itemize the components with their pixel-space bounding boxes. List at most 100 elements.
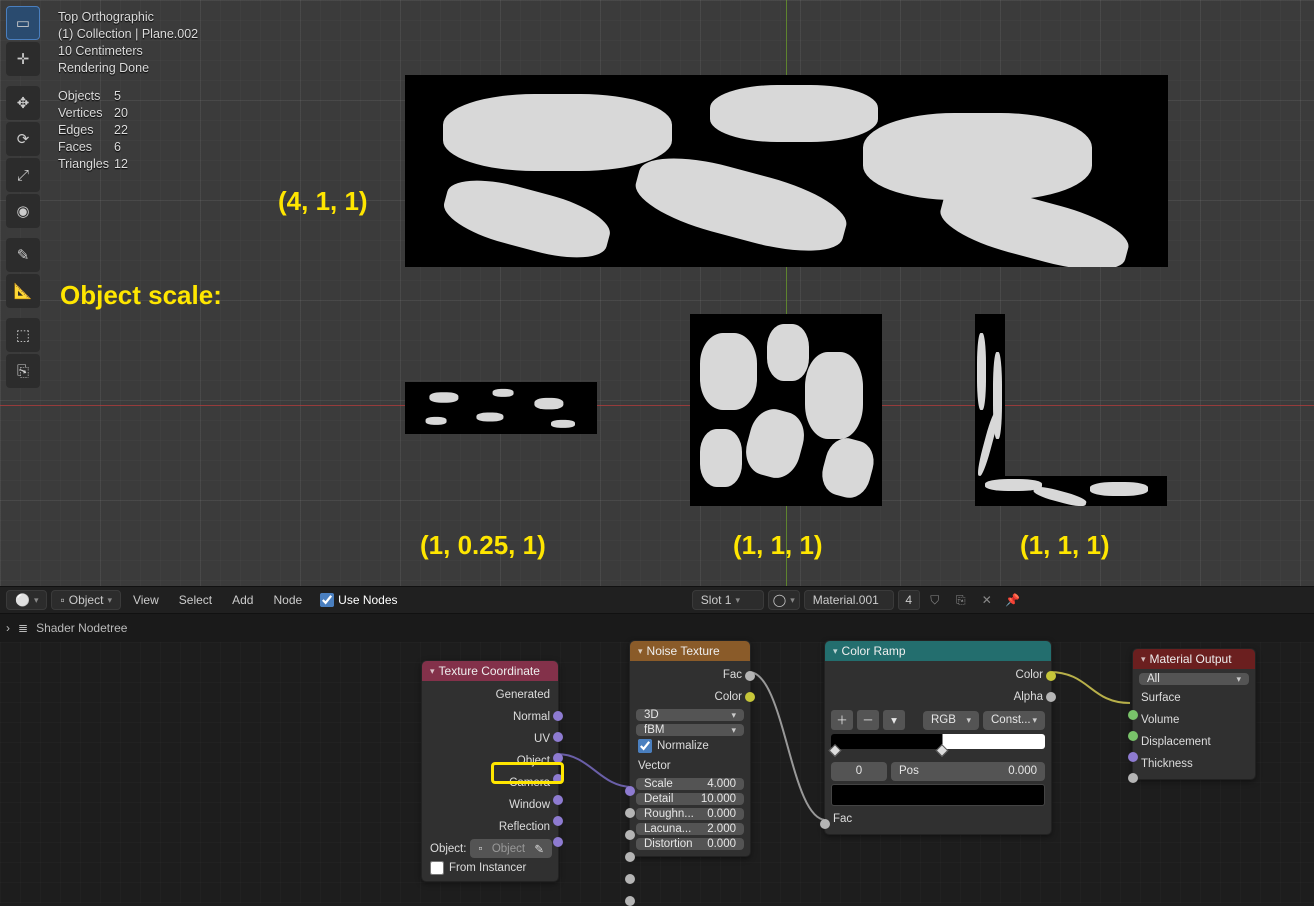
use-nodes-checkbox[interactable] — [320, 593, 334, 607]
socket-out[interactable] — [553, 795, 563, 805]
node-noise-texture[interactable]: ▾Noise Texture Fac Color 3D▾ fBM▾ Normal… — [629, 640, 751, 857]
ramp-colorspace-dropdown[interactable]: RGB▾ — [923, 711, 979, 730]
detail-field[interactable]: Detail10.000 — [636, 793, 744, 805]
node-texture-coordinate[interactable]: ▾Texture Coordinate Generated Normal UV … — [421, 660, 559, 882]
ramp-tools-dropdown[interactable]: ▾ — [883, 710, 905, 730]
close-icon[interactable]: ✕ — [976, 590, 998, 610]
axis-x-line — [0, 405, 1314, 406]
plane-object[interactable] — [975, 476, 1167, 506]
output-normal: Normal — [513, 711, 550, 723]
from-instancer-checkbox[interactable] — [430, 861, 444, 875]
stat-label: Faces — [58, 139, 114, 156]
socket-in[interactable] — [1128, 773, 1138, 783]
node-title[interactable]: ▾Texture Coordinate — [422, 661, 558, 681]
node-title[interactable]: ▾Noise Texture — [630, 641, 750, 661]
dimensions-dropdown[interactable]: 3D▾ — [636, 709, 744, 721]
stat-value: 22 — [114, 122, 128, 139]
object-placeholder: Object — [492, 843, 525, 855]
ramp-pos-field[interactable]: Pos0.000 — [891, 762, 1045, 781]
socket-out[interactable] — [1046, 692, 1056, 702]
ramp-stop-index[interactable]: 0 — [831, 762, 887, 781]
annotation-scale-3: (1, 1, 1) — [733, 530, 823, 561]
normalize-checkbox[interactable] — [638, 739, 652, 753]
socket-in[interactable] — [1128, 710, 1138, 720]
socket-in[interactable] — [625, 874, 635, 884]
socket-in[interactable] — [820, 819, 830, 829]
socket-in[interactable] — [625, 786, 635, 796]
chevron-right-icon[interactable]: › — [6, 621, 10, 635]
node-color-ramp[interactable]: ▾Color Ramp Color Alpha ＋ － ▾ RGB▾ Const… — [824, 640, 1052, 835]
socket-out[interactable] — [553, 753, 563, 763]
socket-in[interactable] — [1128, 731, 1138, 741]
menu-select[interactable]: Select — [171, 590, 220, 610]
mode-dropdown[interactable]: ▫ Object ▾ — [51, 590, 120, 610]
node-title[interactable]: ▾Material Output — [1133, 649, 1255, 669]
socket-out[interactable] — [553, 711, 563, 721]
copy-icon[interactable]: ⎘ — [950, 590, 972, 610]
from-instancer-toggle[interactable]: From Instancer — [428, 861, 552, 875]
add-cube-icon[interactable]: ⬚ — [6, 318, 40, 352]
socket-in[interactable] — [625, 808, 635, 818]
plane-object[interactable] — [405, 382, 597, 434]
socket-out[interactable] — [745, 692, 755, 702]
annotate-icon[interactable]: ✎ — [6, 238, 40, 272]
socket-out[interactable] — [553, 816, 563, 826]
material-users[interactable]: 4 — [898, 590, 920, 610]
view-name: Top Orthographic — [58, 9, 198, 26]
editor-type-dropdown[interactable]: ⚪▾ — [6, 590, 47, 610]
breadcrumb-item[interactable]: Shader Nodetree — [36, 621, 127, 635]
scale-field[interactable]: Scale4.000 — [636, 778, 744, 790]
node-editor-canvas[interactable]: ▾Texture Coordinate Generated Normal UV … — [0, 642, 1314, 903]
normalize-toggle[interactable]: Normalize — [636, 739, 744, 753]
socket-out[interactable] — [1046, 671, 1056, 681]
lacunarity-field[interactable]: Lacuna...2.000 — [636, 823, 744, 835]
socket-in[interactable] — [625, 896, 635, 906]
socket-in[interactable] — [625, 830, 635, 840]
shield-icon[interactable]: ⛉ — [924, 590, 946, 610]
stat-label: Objects — [58, 88, 114, 105]
menu-add[interactable]: Add — [224, 590, 261, 610]
use-nodes-toggle[interactable]: Use Nodes — [314, 593, 403, 607]
socket-out[interactable] — [553, 732, 563, 742]
ramp-color-swatch[interactable] — [831, 784, 1045, 806]
plane-object[interactable] — [405, 75, 1168, 267]
ramp-interpolation-dropdown[interactable]: Const...▾ — [983, 711, 1045, 730]
node-title[interactable]: ▾Color Ramp — [825, 641, 1051, 661]
noise-type-dropdown[interactable]: fBM▾ — [636, 724, 744, 736]
pin-icon[interactable]: 📌 — [1002, 590, 1024, 610]
output-uv: UV — [534, 733, 550, 745]
output-target-dropdown[interactable]: All▾ — [1139, 673, 1249, 685]
socket-in[interactable] — [625, 852, 635, 862]
material-name-field[interactable]: Material.001 — [804, 590, 894, 610]
socket-in[interactable] — [1128, 752, 1138, 762]
use-nodes-label: Use Nodes — [338, 593, 397, 607]
object-picker[interactable]: ▫ Object ✎ — [470, 839, 552, 858]
rotate-icon[interactable]: ⟳ — [6, 122, 40, 156]
measure-icon[interactable]: 📐 — [6, 274, 40, 308]
mode-label: Object — [69, 593, 104, 607]
ramp-remove-stop[interactable]: － — [857, 710, 879, 730]
ramp-add-stop[interactable]: ＋ — [831, 710, 853, 730]
menu-view[interactable]: View — [125, 590, 167, 610]
material-slot-dropdown[interactable]: Slot 1▾ — [692, 590, 764, 610]
menu-node[interactable]: Node — [265, 590, 310, 610]
stat-value: 6 — [114, 139, 121, 156]
scale-icon[interactable]: ⤢ — [6, 158, 40, 192]
socket-out[interactable] — [745, 671, 755, 681]
transform-icon[interactable]: ◉ — [6, 194, 40, 228]
cursor-icon[interactable]: ✛ — [6, 42, 40, 76]
socket-out[interactable] — [553, 774, 563, 784]
roughness-field[interactable]: Roughn...0.000 — [636, 808, 744, 820]
material-browse[interactable]: ◯▾ — [768, 590, 800, 610]
move-icon[interactable]: ✥ — [6, 86, 40, 120]
distortion-field[interactable]: Distortion0.000 — [636, 838, 744, 850]
input-volume: Volume — [1141, 714, 1179, 726]
color-ramp-gradient[interactable] — [831, 734, 1045, 749]
select-box-icon[interactable]: ▭ — [6, 6, 40, 40]
node-material-output[interactable]: ▾Material Output All▾ Surface Volume Dis… — [1132, 648, 1256, 780]
socket-out[interactable] — [553, 837, 563, 847]
plane-object[interactable] — [690, 314, 882, 506]
link-icon[interactable]: ⎘ — [6, 354, 40, 388]
object-label: Object: — [428, 843, 466, 855]
viewport-3d[interactable]: ▭ ✛ ✥ ⟳ ⤢ ◉ ✎ 📐 ⬚ ⎘ Top Orthographic (1)… — [0, 0, 1314, 586]
